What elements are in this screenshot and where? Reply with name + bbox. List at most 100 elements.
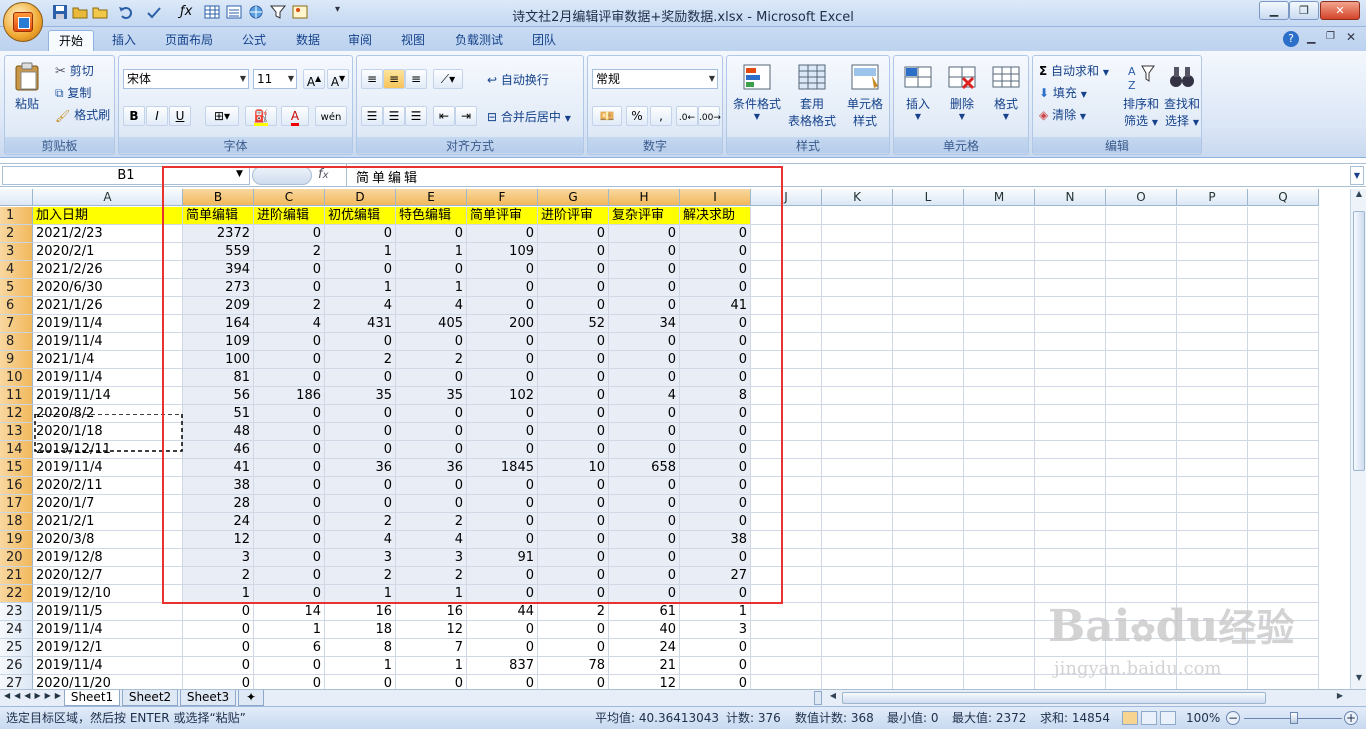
table-cell[interactable]: 0 — [680, 279, 751, 297]
insert-cells-button[interactable]: 插入 ▼ — [898, 62, 938, 121]
table-cell[interactable]: 38 — [183, 477, 254, 495]
empty-cell[interactable] — [1248, 495, 1319, 513]
table-cell[interactable]: 0 — [538, 387, 609, 405]
empty-cell[interactable] — [893, 639, 964, 657]
clear-button[interactable]: ◈ 清除 ▼ — [1039, 106, 1086, 123]
empty-cell[interactable] — [751, 405, 822, 423]
empty-cell[interactable] — [964, 441, 1035, 459]
row-header[interactable]: 7 — [0, 315, 33, 333]
table-cell[interactable]: 394 — [183, 261, 254, 279]
table-cell[interactable]: 0 — [467, 495, 538, 513]
row-header[interactable]: 10 — [0, 369, 33, 387]
table-cell[interactable]: 2021/2/1 — [33, 513, 183, 531]
empty-cell[interactable] — [893, 531, 964, 549]
empty-cell[interactable] — [893, 369, 964, 387]
empty-cell[interactable] — [964, 351, 1035, 369]
empty-cell[interactable] — [1106, 567, 1177, 585]
wrap-text-button[interactable]: ↩ 自动换行 — [487, 71, 549, 88]
empty-cell[interactable] — [1106, 441, 1177, 459]
empty-cell[interactable] — [964, 531, 1035, 549]
table-cell[interactable]: 1845 — [467, 459, 538, 477]
table-cell[interactable]: 0 — [680, 423, 751, 441]
sheet-nav-arrows-icon[interactable]: ◀◀◀▶▶▶ — [4, 691, 65, 700]
empty-cell[interactable] — [1248, 477, 1319, 495]
table-cell[interactable]: 91 — [467, 549, 538, 567]
row-header[interactable]: 12 — [0, 405, 33, 423]
table-cell[interactable]: 0 — [254, 495, 325, 513]
empty-cell[interactable] — [964, 315, 1035, 333]
table-cell[interactable]: 0 — [254, 333, 325, 351]
table-cell[interactable]: 0 — [254, 675, 325, 689]
table-cell[interactable]: 0 — [538, 261, 609, 279]
ribbon-close-icon[interactable]: ✕ — [1346, 30, 1356, 44]
empty-cell[interactable] — [1177, 549, 1248, 567]
table-cell[interactable]: 1 — [396, 657, 467, 675]
empty-cell[interactable] — [1248, 207, 1319, 225]
table-cell[interactable]: 0 — [396, 333, 467, 351]
empty-cell[interactable] — [822, 225, 893, 243]
table-cell[interactable]: 1 — [396, 243, 467, 261]
row-header[interactable]: 18 — [0, 513, 33, 531]
table-cell[interactable]: 36 — [396, 459, 467, 477]
empty-cell[interactable] — [964, 423, 1035, 441]
table-cell[interactable]: 35 — [396, 387, 467, 405]
empty-cell[interactable] — [1248, 351, 1319, 369]
empty-cell[interactable] — [1106, 315, 1177, 333]
table-cell[interactable]: 78 — [538, 657, 609, 675]
column-header-q[interactable]: Q — [1248, 189, 1319, 206]
zoom-in-icon[interactable]: + — [1344, 711, 1358, 725]
table-cell[interactable]: 2020/11/20 — [33, 675, 183, 689]
table-cell[interactable]: 0 — [680, 513, 751, 531]
table-cell[interactable]: 2020/2/11 — [33, 477, 183, 495]
insert-function-icon[interactable]: fx — [318, 167, 329, 182]
empty-cell[interactable] — [1248, 675, 1319, 689]
table-cell[interactable]: 38 — [680, 531, 751, 549]
empty-cell[interactable] — [1248, 423, 1319, 441]
empty-cell[interactable] — [1177, 261, 1248, 279]
table-cell[interactable]: 0 — [538, 441, 609, 459]
table-cell[interactable]: 0 — [467, 333, 538, 351]
table-cell[interactable]: 10 — [538, 459, 609, 477]
table-cell[interactable]: 0 — [467, 567, 538, 585]
column-header-a[interactable]: A — [33, 189, 183, 206]
empty-cell[interactable] — [751, 621, 822, 639]
table-cell[interactable]: 2019/11/4 — [33, 459, 183, 477]
sheet-tab-1[interactable]: Sheet1 — [64, 690, 120, 706]
table-cell[interactable]: 0 — [254, 477, 325, 495]
row-header[interactable]: 26 — [0, 657, 33, 675]
table-cell[interactable]: 0 — [183, 639, 254, 657]
tab-page-layout[interactable]: 页面布局 — [158, 30, 220, 51]
table-cell[interactable]: 0 — [538, 495, 609, 513]
empty-cell[interactable] — [751, 225, 822, 243]
horizontal-scroll-thumb[interactable] — [842, 692, 1266, 704]
empty-cell[interactable] — [964, 549, 1035, 567]
empty-cell[interactable] — [1248, 261, 1319, 279]
table-cell[interactable]: 658 — [609, 459, 680, 477]
empty-cell[interactable] — [1177, 495, 1248, 513]
empty-cell[interactable] — [1248, 513, 1319, 531]
empty-cell[interactable] — [751, 333, 822, 351]
table-cell[interactable]: 0 — [254, 423, 325, 441]
table-cell[interactable]: 3 — [183, 549, 254, 567]
row-header[interactable]: 8 — [0, 333, 33, 351]
row-header[interactable]: 27 — [0, 675, 33, 689]
empty-cell[interactable] — [1248, 405, 1319, 423]
column-header-o[interactable]: O — [1106, 189, 1177, 206]
tab-team[interactable]: 团队 — [524, 30, 564, 51]
sheet-tab-3[interactable]: Sheet3 — [180, 690, 236, 706]
empty-cell[interactable] — [1035, 207, 1106, 225]
table-cell[interactable]: 2019/12/11 — [33, 441, 183, 459]
table-cell[interactable]: 34 — [609, 315, 680, 333]
header-cell[interactable]: 初优编辑 — [325, 207, 396, 225]
table-cell[interactable]: 0 — [680, 351, 751, 369]
empty-cell[interactable] — [751, 531, 822, 549]
table-cell[interactable]: 0 — [538, 675, 609, 689]
empty-cell[interactable] — [964, 333, 1035, 351]
empty-cell[interactable] — [1106, 477, 1177, 495]
table-cell[interactable]: 0 — [609, 225, 680, 243]
empty-cell[interactable] — [1177, 369, 1248, 387]
empty-cell[interactable] — [893, 675, 964, 689]
table-cell[interactable]: 0 — [609, 243, 680, 261]
row-header[interactable]: 9 — [0, 351, 33, 369]
header-cell[interactable]: 简单评审 — [467, 207, 538, 225]
